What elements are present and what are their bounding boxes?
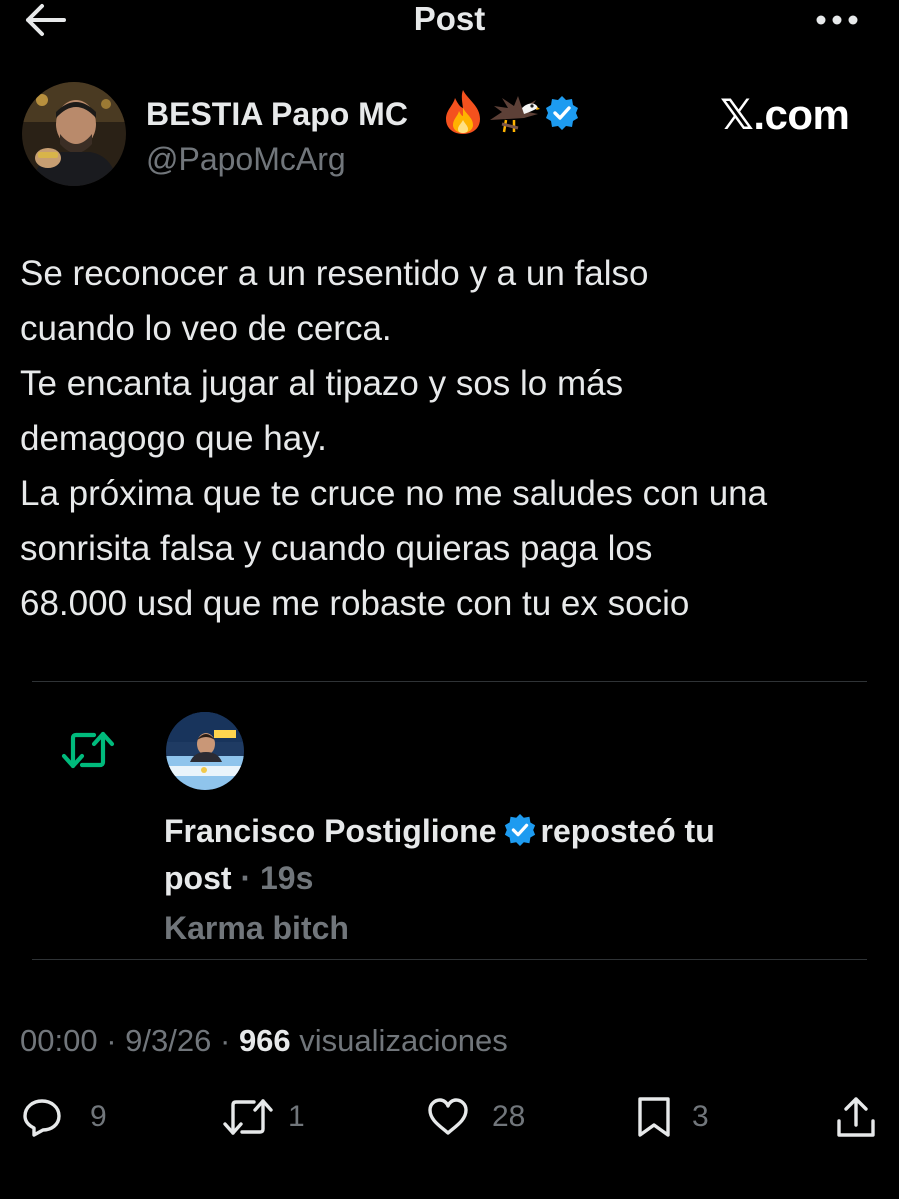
- repost-action-text: post: [164, 860, 232, 896]
- reply-button[interactable]: 9: [20, 1092, 107, 1142]
- fire-emoji-icon: [440, 88, 486, 136]
- share-icon: [837, 1097, 875, 1137]
- meta-separator: ·: [106, 1023, 117, 1058]
- reposter-avatar[interactable]: [166, 712, 244, 790]
- author-handle[interactable]: @PapoMcArg: [146, 138, 346, 180]
- tweet-line: Se reconocer a un resentido y a un falso: [20, 254, 649, 293]
- divider: [32, 959, 867, 960]
- repost-count: 1: [288, 1100, 305, 1133]
- divider: [32, 681, 867, 682]
- tweet-line: La próxima que te cruce no me saludes co…: [20, 474, 768, 513]
- post-date: 9/3/26: [125, 1023, 212, 1058]
- like-button[interactable]: 28: [426, 1092, 525, 1142]
- views-label: visualizaciones: [299, 1023, 508, 1058]
- verified-badge-icon: [544, 95, 580, 131]
- tweet-line: demagogo que hay.: [20, 419, 327, 458]
- views-count: 966: [238, 1023, 291, 1058]
- x-com-watermark: 𝕏.com: [720, 91, 850, 138]
- author-name[interactable]: BESTIA Papo MC: [146, 92, 408, 136]
- author-avatar[interactable]: [22, 82, 126, 186]
- eagle-emoji-icon: [488, 90, 540, 136]
- repost-time: · 19s: [240, 860, 314, 896]
- repost-button[interactable]: 1: [220, 1092, 305, 1142]
- verified-badge-icon: [504, 813, 535, 847]
- repost-notice-continued: post · 19s: [164, 855, 313, 901]
- repost-comment: Karma bitch: [164, 910, 349, 946]
- bookmark-icon: [638, 1097, 670, 1137]
- meta-separator: ·: [219, 1023, 231, 1058]
- like-count: 28: [492, 1100, 526, 1133]
- more-options-button[interactable]: [812, 6, 862, 34]
- reply-count: 9: [90, 1100, 107, 1133]
- bookmark-count: 3: [692, 1100, 709, 1133]
- more-icon: [816, 15, 858, 25]
- tweet-line: Te encanta jugar al tipazo y sos lo más: [20, 364, 624, 403]
- reply-icon: [23, 1099, 61, 1137]
- post-meta: 00:00 · 9/3/26 · 966 visualizaciones: [20, 1020, 508, 1062]
- tweet-text: Se reconocer a un resentido y a un falso…: [20, 246, 890, 631]
- repost-icon: [60, 728, 116, 772]
- bookmark-button[interactable]: 3: [632, 1092, 709, 1142]
- tweet-line: 68.000 usd que me robaste con tu ex soci…: [20, 584, 690, 623]
- post-time: 00:00: [20, 1023, 98, 1058]
- repost-icon: [223, 1099, 273, 1135]
- tweet-line: sonrisita falsa y cuando quieras paga lo…: [20, 529, 653, 568]
- repost-action-text: reposteó tu: [540, 813, 715, 849]
- repost-notice: Francisco Postiglione reposteó tu: [164, 808, 715, 854]
- heart-icon: [428, 1098, 468, 1135]
- tweet-line: cuando lo veo de cerca.: [20, 309, 392, 348]
- reposter-name[interactable]: Francisco Postiglione: [164, 813, 497, 849]
- page-title: Post: [413, 0, 486, 37]
- share-button[interactable]: [834, 1092, 878, 1142]
